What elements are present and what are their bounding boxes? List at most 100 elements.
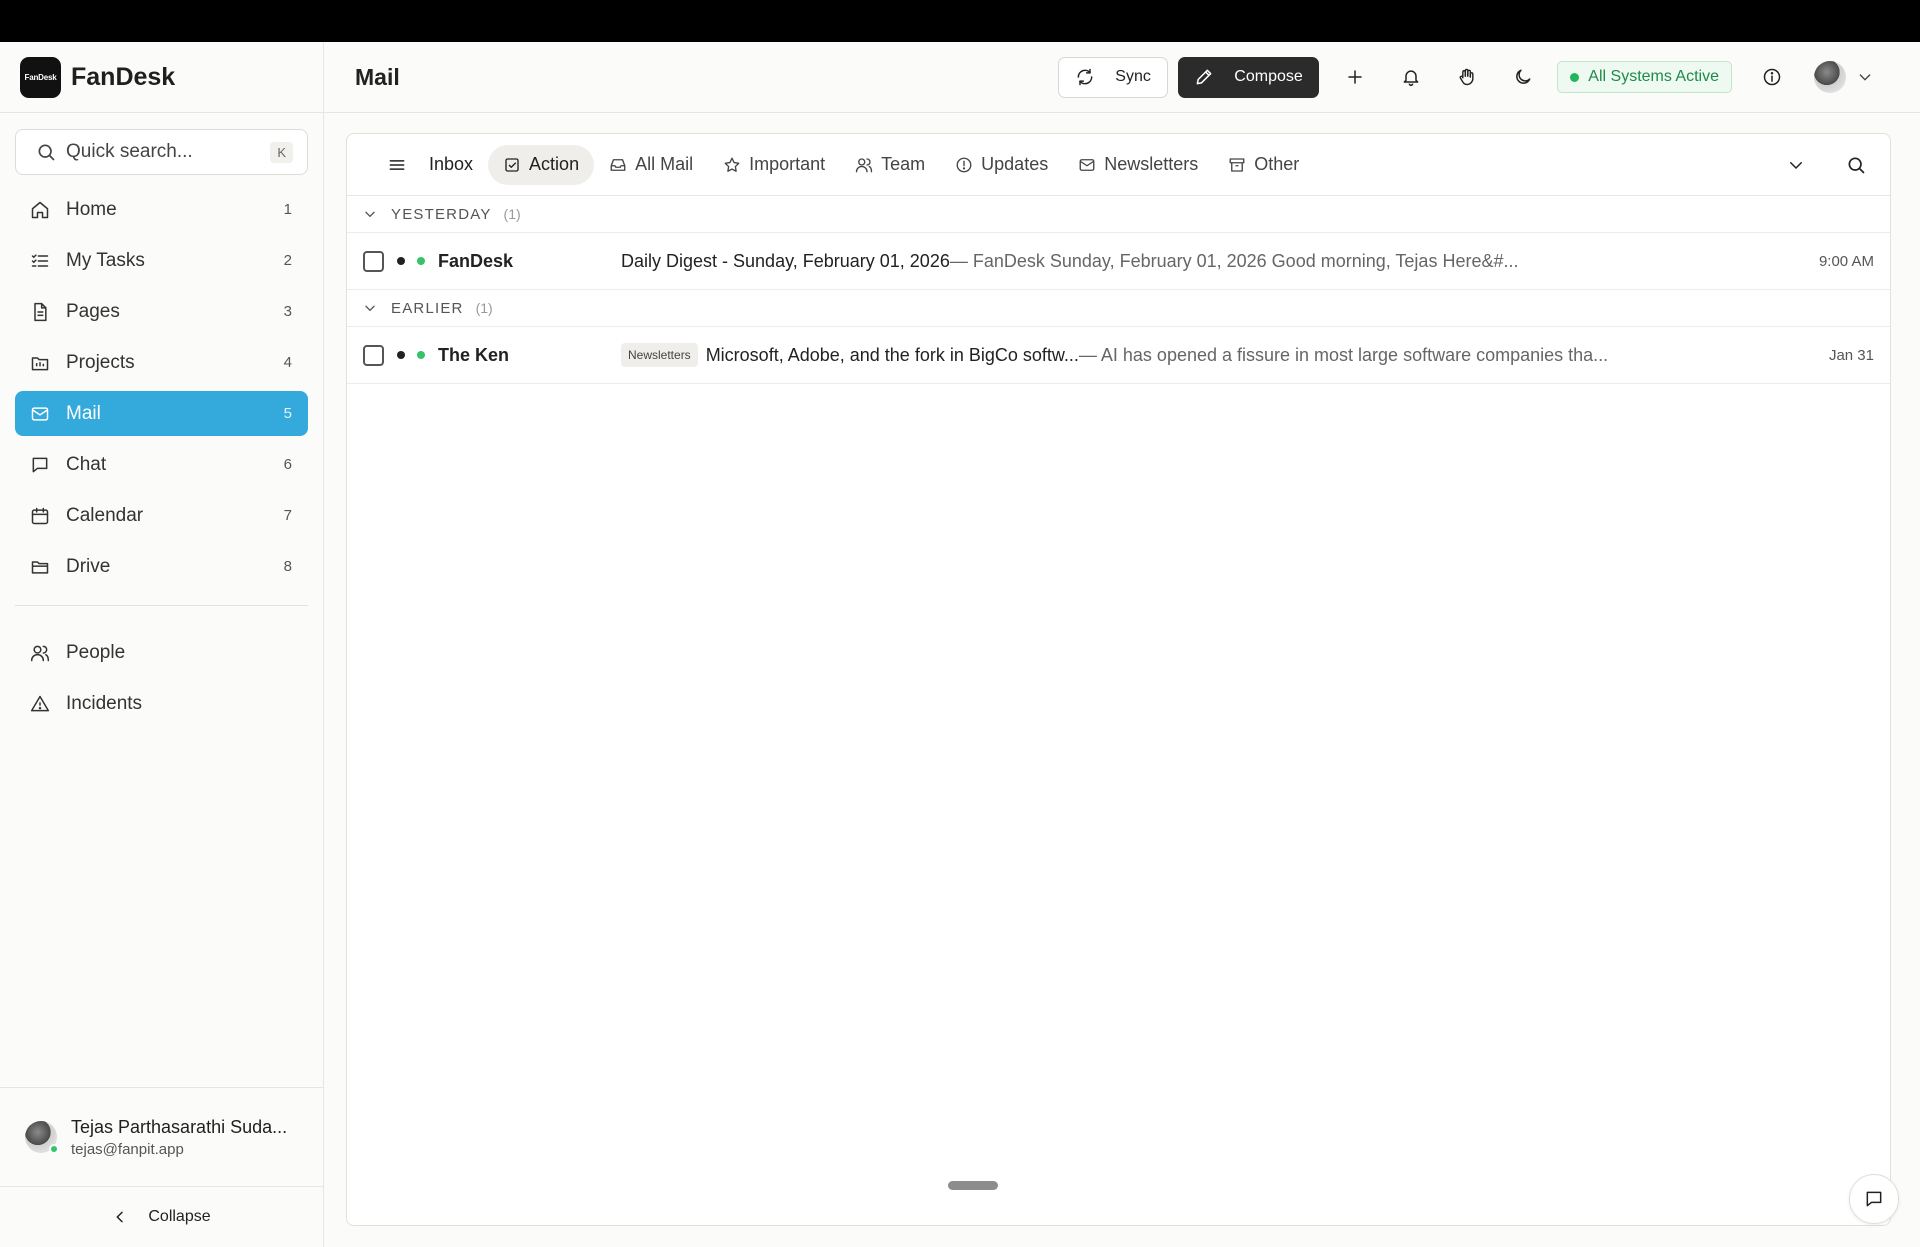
- sidebar-item-label: My Tasks: [66, 249, 145, 271]
- theme-toggle[interactable]: [1503, 57, 1543, 97]
- group-header-yesterday[interactable]: YESTERDAY (1): [347, 196, 1890, 233]
- email-row[interactable]: The Ken Newsletters Microsoft, Adobe, and…: [347, 327, 1890, 384]
- resize-handle[interactable]: [948, 1181, 998, 1190]
- chat-widget-button[interactable]: [1849, 1174, 1899, 1224]
- brand-name: FanDesk: [71, 62, 176, 91]
- group-count: (1): [475, 300, 493, 316]
- group-label: EARLIER: [391, 299, 464, 317]
- info-circle-icon: [955, 156, 973, 174]
- sync-button[interactable]: Sync: [1058, 56, 1169, 98]
- tab-all-mail[interactable]: All Mail: [594, 145, 708, 185]
- add-button[interactable]: [1335, 57, 1375, 97]
- chevron-down-icon: [1857, 69, 1873, 85]
- mail-search-button[interactable]: [1836, 145, 1876, 185]
- account-menu-button[interactable]: [1850, 57, 1880, 97]
- sidebar-item-shortcut: 4: [283, 354, 292, 371]
- nav-secondary: People Incidents: [0, 630, 323, 726]
- unread-indicator: [397, 351, 405, 359]
- menu-icon[interactable]: [387, 155, 407, 175]
- tab-other[interactable]: Other: [1213, 145, 1314, 185]
- compose-button[interactable]: Compose: [1178, 56, 1320, 98]
- chat-icon: [30, 455, 50, 475]
- info-button[interactable]: [1752, 57, 1792, 97]
- tab-team[interactable]: Team: [840, 145, 940, 185]
- inbox-tray-icon: [609, 156, 627, 174]
- system-status-badge[interactable]: All Systems Active: [1557, 61, 1732, 93]
- search-input[interactable]: Quick search...: [66, 141, 270, 163]
- mail-icon: [30, 404, 50, 424]
- user-profile[interactable]: Tejas Parthasarathi Suda... tejas@fanpit…: [0, 1087, 323, 1187]
- sidebar-item-incidents[interactable]: Incidents: [15, 681, 308, 726]
- account-avatar[interactable]: [1814, 61, 1846, 93]
- online-indicator: [417, 257, 425, 265]
- tab-important[interactable]: Important: [708, 145, 840, 185]
- more-tabs-button[interactable]: [1776, 145, 1816, 185]
- brand[interactable]: FanDesk FanDesk: [0, 42, 323, 113]
- search-icon: [36, 142, 56, 162]
- projects-icon: [30, 353, 50, 373]
- group-header-earlier[interactable]: EARLIER (1): [347, 290, 1890, 327]
- sidebar-item-chat[interactable]: Chat 6: [15, 442, 308, 487]
- email-checkbox[interactable]: [363, 344, 384, 366]
- status-dot: [1570, 72, 1580, 82]
- group-count: (1): [503, 206, 521, 222]
- sidebar-item-mail[interactable]: Mail 5: [15, 391, 308, 436]
- collapse-label: Collapse: [148, 1208, 211, 1225]
- page-title: Mail: [355, 63, 400, 90]
- notifications-button[interactable]: [1391, 57, 1431, 97]
- sidebar-item-label: Mail: [66, 402, 101, 424]
- tab-updates[interactable]: Updates: [940, 145, 1063, 185]
- main-content: Mail Sync Compose All Systems Active Inb…: [324, 42, 1920, 1247]
- tab-label: All Mail: [635, 154, 694, 174]
- nav-divider: [15, 605, 308, 606]
- email-sender: The Ken: [438, 344, 510, 365]
- sidebar-item-pages[interactable]: Pages 3: [15, 289, 308, 334]
- sidebar-item-my-tasks[interactable]: My Tasks 2: [15, 238, 308, 283]
- sidebar-item-shortcut: 6: [283, 456, 292, 473]
- page-header: Mail Sync Compose All Systems Active: [324, 42, 1920, 113]
- email-snippet: — AI has opened a fissure in most large …: [1078, 344, 1609, 365]
- email-checkbox[interactable]: [363, 250, 384, 272]
- sidebar-item-home[interactable]: Home 1: [15, 187, 308, 232]
- folder-icon: [30, 557, 50, 577]
- sidebar-item-label: Chat: [66, 453, 107, 475]
- collapse-button[interactable]: Collapse: [0, 1187, 323, 1247]
- tabs-actions: [1756, 145, 1876, 185]
- tab-label: Other: [1254, 154, 1300, 174]
- search-icon: [1846, 155, 1866, 175]
- sidebar-item-drive[interactable]: Drive 8: [15, 544, 308, 589]
- group-label: YESTERDAY: [391, 205, 492, 223]
- quick-search[interactable]: Quick search... K: [15, 129, 308, 175]
- sidebar-item-shortcut: 5: [283, 405, 292, 422]
- app: FanDesk FanDesk Quick search... K Home 1…: [0, 42, 1920, 1247]
- tab-label: Action: [529, 154, 580, 174]
- wave-button[interactable]: [1447, 57, 1487, 97]
- online-indicator: [417, 351, 425, 359]
- tab-action[interactable]: Action: [488, 144, 595, 185]
- compose-label: Compose: [1234, 68, 1303, 85]
- sidebar-item-projects[interactable]: Projects 4: [15, 340, 308, 385]
- tab-inbox[interactable]: Inbox: [369, 145, 488, 185]
- email-summary: Daily Digest - Sunday, February 01, 2026…: [621, 251, 1518, 272]
- email-summary: Newsletters Microsoft, Adobe, and the for…: [621, 343, 1608, 367]
- tab-label: Updates: [981, 154, 1049, 174]
- home-icon: [30, 200, 50, 220]
- mail-panel: Inbox Action All Mail Important Team Upd…: [346, 133, 1891, 1226]
- sidebar-item-shortcut: 2: [283, 252, 292, 269]
- sidebar-item-label: Home: [66, 198, 117, 220]
- refresh-icon: [1075, 67, 1095, 87]
- search-shortcut: K: [270, 141, 293, 163]
- sidebar-item-people[interactable]: People: [15, 630, 308, 675]
- sidebar-item-label: People: [66, 641, 126, 663]
- window-top-bar: [0, 0, 1920, 42]
- sidebar-item-shortcut: 3: [283, 303, 292, 320]
- hand-icon: [1457, 67, 1477, 87]
- tab-newsletters[interactable]: Newsletters: [1063, 145, 1213, 185]
- sidebar-item-calendar[interactable]: Calendar 7: [15, 493, 308, 538]
- tasks-icon: [30, 251, 50, 271]
- email-row[interactable]: FanDesk Daily Digest - Sunday, February …: [347, 233, 1890, 290]
- email-snippet: — FanDesk Sunday, February 01, 2026 Good…: [949, 250, 1519, 271]
- bell-icon: [1401, 67, 1421, 87]
- sidebar-item-label: Incidents: [66, 692, 143, 714]
- pencil-icon: [1194, 67, 1214, 87]
